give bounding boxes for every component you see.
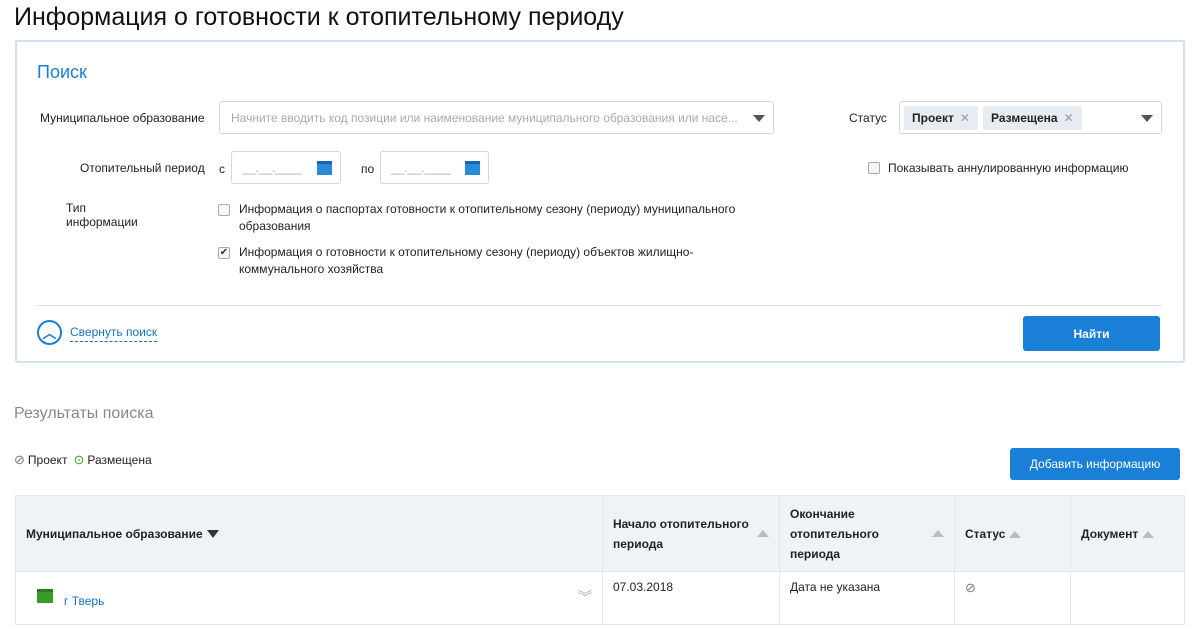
draft-icon: ⊘ [965,580,976,595]
chevron-down-icon[interactable] [1141,115,1153,122]
tag-label: Проект [912,111,954,125]
status-tag-draft: Проект ✕ [904,106,978,130]
from-label: с [219,162,225,176]
published-check-icon: ⊙ [73,452,85,467]
info-type-label-passports: Информация о паспортах готовности к отоп… [239,202,736,233]
chevron-up-icon[interactable]: ︿ [37,320,62,345]
status-tag-published: Размещена ✕ [983,106,1082,130]
find-button[interactable]: Найти [1023,316,1160,351]
calendar-icon[interactable] [317,161,332,175]
close-icon[interactable]: ✕ [960,111,970,125]
sort-desc-icon[interactable] [206,530,219,539]
column-label: Начало отопительного периода [613,516,749,551]
search-title: Поиск [37,62,87,82]
status-label: Статус [849,111,887,125]
status-multiselect[interactable]: Проект ✕ Размещена ✕ [899,101,1162,134]
results-table: Муниципальное образование Начало отопите… [15,495,1185,625]
municipality-placeholder: Начните вводить код позиции или наименов… [231,111,738,125]
cell-end: Дата не указана [779,571,955,625]
table-row: г Тверь ︾ 07.03.2018 Дата не указана ⊘ [15,571,1185,625]
municipality-select[interactable]: Начните вводить код позиции или наименов… [219,101,774,134]
info-type-label-objects: Информация о готовности к отопительному … [239,245,694,276]
chevron-down-icon[interactable] [753,115,765,122]
municipality-link[interactable]: г Тверь [64,594,104,608]
close-icon[interactable]: ✕ [1064,111,1074,125]
date-to-input[interactable]: __.__.____ [380,151,489,184]
cell-document [1070,571,1185,625]
expand-chevron-icon[interactable]: ︾ [578,587,592,607]
sort-icon[interactable] [1009,530,1022,538]
cell-status: ⊘ [954,571,1071,625]
add-information-button[interactable]: Добавить информацию [1010,448,1180,480]
status-legend: ⊘ Проект ⊙ Размещена [14,452,152,468]
factory-icon [37,589,53,603]
collapse-search-link[interactable]: Свернуть поиск [70,325,158,342]
column-start[interactable]: Начало отопительного периода [602,495,780,572]
cell-start: 07.03.2018 [602,571,780,625]
date-from-input[interactable]: __.__.____ [231,151,341,184]
date-mask: __.__.____ [242,161,303,175]
calendar-icon[interactable] [465,161,480,175]
column-label: Статус [965,526,1006,541]
date-mask: __.__.____ [391,161,452,175]
table-header: Муниципальное образование Начало отопите… [15,495,1185,572]
sort-icon[interactable] [1142,530,1155,538]
cell-municipality: г Тверь ︾ [15,571,603,625]
page-title: Информация о готовности к отопительному … [14,3,624,31]
info-type-label: Тип информации [66,201,138,229]
column-document[interactable]: Документ [1070,495,1185,572]
column-label: Окончание отопительного периода [790,506,880,561]
sort-icon[interactable] [932,530,944,537]
period-label: Отопительный период [80,161,205,175]
legend-draft: Проект [27,453,68,467]
column-label: Документ [1081,526,1139,541]
to-label: по [361,162,375,176]
column-municipality[interactable]: Муниципальное образование [15,495,603,572]
show-annulled-checkbox[interactable] [868,162,880,174]
column-status[interactable]: Статус [954,495,1071,572]
column-end[interactable]: Окончание отопительного периода [779,495,955,572]
draft-icon: ⊘ [14,452,25,467]
info-type-checkbox-passports[interactable] [218,204,230,216]
tag-label: Размещена [991,111,1058,125]
info-type-checkbox-objects[interactable]: ✔ [218,247,230,259]
sort-icon[interactable] [757,530,769,537]
municipality-label: Муниципальное образование [40,111,205,125]
divider [37,305,1162,306]
column-label: Муниципальное образование [26,526,203,541]
legend-published: Размещена [87,453,152,467]
results-title: Результаты поиска [14,405,154,422]
show-annulled-label: Показывать аннулированную информацию [888,161,1129,175]
